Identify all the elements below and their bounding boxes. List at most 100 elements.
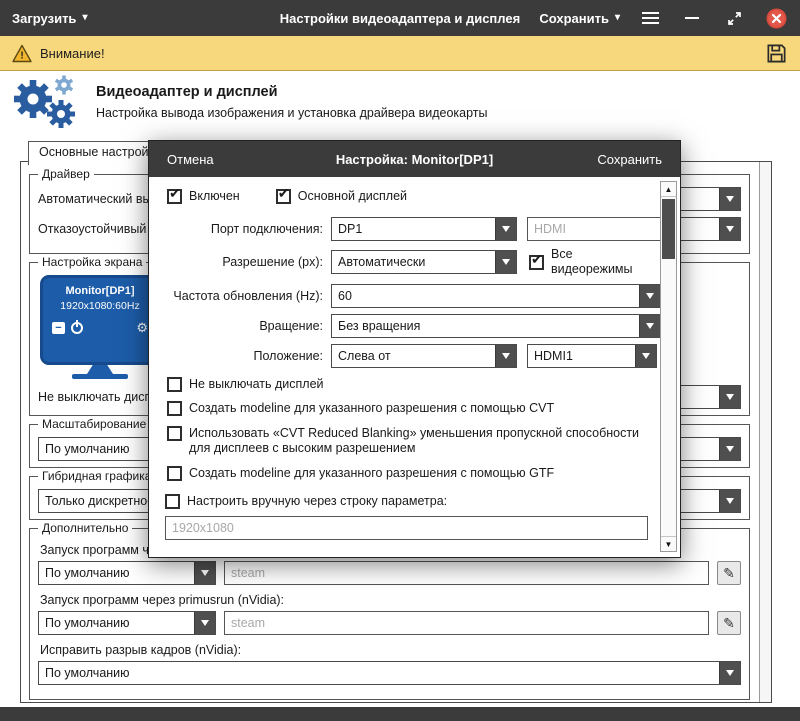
position-select[interactable]: Слева от <box>331 343 517 368</box>
monitor-stand <box>87 365 113 374</box>
chevron-down-icon <box>719 188 740 210</box>
tearfree-select[interactable]: По умолчанию <box>38 661 741 685</box>
primary-display-checkbox[interactable]: ✔ Основной дисплей <box>275 185 407 205</box>
refresh-rate-select[interactable]: 60 <box>331 283 661 308</box>
chevron-down-icon <box>194 562 215 584</box>
cvt-reduced-blanking-checkbox[interactable]: ✔ Использовать «CVT Reduced Blanking» ум… <box>167 425 646 457</box>
monitor-graphic[interactable]: Monitor[DP1] 1920x1080:60Hz − ⚙ <box>40 275 160 365</box>
scroll-thumb[interactable] <box>662 199 675 259</box>
primus-mode-select[interactable]: По умолчанию <box>38 611 216 635</box>
monitor-disable-icon[interactable]: − <box>52 322 65 334</box>
primus-edit-button[interactable]: ✎ <box>717 611 741 635</box>
screen-legend: Настройка экрана <box>38 255 147 270</box>
port-label: Порт подключения: <box>210 221 323 236</box>
load-menu-button[interactable]: Загрузить ▾ <box>12 11 87 26</box>
gtf-checkbox[interactable]: ✔ Создать modeline для указанного разреш… <box>167 465 646 482</box>
chevron-down-icon <box>495 251 516 273</box>
refresh-rate-label: Частота обновления (Hz): <box>173 288 323 303</box>
warning-icon: ! <box>12 44 32 62</box>
cvt-checkbox[interactable]: ✔ Создать modeline для указанного разреш… <box>167 401 646 417</box>
arrow-down-icon: ▼ <box>664 539 673 549</box>
dialog-cancel-button[interactable]: Отмена <box>167 152 214 167</box>
chevron-down-icon <box>719 490 740 512</box>
caret-down-icon: ▾ <box>82 12 88 23</box>
monitor-name: Monitor[DP1] <box>65 285 135 297</box>
chevron-down-icon <box>635 344 656 367</box>
resolution-label: Разрешение (px): <box>222 255 323 269</box>
chevron-down-icon <box>495 217 516 240</box>
checkbox-icon: ✔ <box>275 185 291 204</box>
monitor-mode: 1920x1080:60Hz <box>60 300 140 312</box>
all-modes-checkbox[interactable]: ✔ Все видеорежимы <box>529 247 648 278</box>
svg-text:!: ! <box>20 50 23 61</box>
rotation-select[interactable]: Без вращения <box>331 313 661 338</box>
chevron-down-icon <box>194 612 215 634</box>
warning-text: Внимание! <box>40 45 105 61</box>
resolution-select[interactable]: Автоматически <box>331 250 517 274</box>
main-menu-button[interactable] <box>638 6 662 30</box>
monitor-settings-icon[interactable]: ⚙ <box>136 321 148 334</box>
app-window: Загрузить ▾ Настройки видеоадаптера и ди… <box>0 0 800 721</box>
chevron-down-icon <box>639 284 660 307</box>
port-select[interactable]: DP1 <box>331 216 517 241</box>
optimus-command-input[interactable] <box>224 561 709 585</box>
page-header: Видеоадаптер и дисплей Настройка вывода … <box>0 71 800 133</box>
port-custom-input[interactable] <box>527 216 662 241</box>
enabled-checkbox[interactable]: ✔ Включен <box>167 185 240 205</box>
dpms-label: Не выключать диспле <box>38 390 166 404</box>
statusbar <box>0 707 800 721</box>
hybrid-legend: Гибридная графика <box>38 469 156 484</box>
dpms-checkbox[interactable]: ✔ Не выключать дисплей <box>167 376 646 393</box>
fullscreen-button[interactable] <box>722 6 746 30</box>
scroll-up-button[interactable]: ▲ <box>661 182 676 197</box>
manual-mode-checkbox[interactable]: ✔ Настроить вручную через строку парамет… <box>165 494 648 510</box>
page-title: Видеоадаптер и дисплей <box>96 84 278 100</box>
scroll-down-button[interactable]: ▼ <box>661 536 676 551</box>
chevron-down-icon <box>719 386 740 408</box>
pencil-icon: ✎ <box>723 614 735 631</box>
checkbox-icon: ✔ <box>167 401 182 416</box>
minimize-icon <box>685 16 699 20</box>
dialog-scrollbar[interactable]: ▲ ▼ <box>660 181 677 552</box>
position-target-select[interactable]: HDMI1 <box>527 343 657 368</box>
minimize-button[interactable] <box>680 6 704 30</box>
additional-legend: Дополнительно <box>38 521 133 536</box>
checkbox-icon: ✔ <box>167 425 182 441</box>
chevron-down-icon <box>639 314 660 337</box>
checkbox-icon: ✔ <box>529 251 544 270</box>
chevron-down-icon <box>719 662 740 684</box>
driver-legend: Драйвер <box>38 167 94 182</box>
checkbox-icon: ✔ <box>167 465 182 481</box>
gears-icon <box>14 75 75 128</box>
save-settings-button[interactable] <box>765 42 788 65</box>
rotation-label: Вращение: <box>259 318 323 333</box>
monitor-settings-dialog: Отмена Настройка: Monitor[DP1] Сохранить… <box>148 140 681 558</box>
dialog-header: Отмена Настройка: Monitor[DP1] Сохранить <box>149 141 680 177</box>
warning-bar: ! Внимание! <box>0 36 800 71</box>
dialog-save-button[interactable]: Сохранить <box>597 152 662 167</box>
primus-run-label: Запуск программ через primusrun (nVidia)… <box>40 593 285 607</box>
arrow-up-icon: ▲ <box>664 184 673 194</box>
optimus-edit-button[interactable]: ✎ <box>717 561 741 585</box>
pencil-icon: ✎ <box>723 564 735 581</box>
optimus-mode-select[interactable]: По умолчанию <box>38 561 216 585</box>
monitor-widget[interactable]: Monitor[DP1] 1920x1080:60Hz − ⚙ ★ <box>40 263 169 379</box>
chevron-down-icon <box>719 218 740 240</box>
caret-down-icon: ▾ <box>614 12 620 23</box>
primus-command-input[interactable] <box>224 611 709 635</box>
save-menu-label: Сохранить <box>539 10 609 26</box>
close-button[interactable] <box>764 6 788 30</box>
save-menu-button[interactable]: Сохранить ▾ <box>539 11 620 26</box>
tearfree-label: Исправить разрыв кадров (nVidia): <box>40 643 242 657</box>
dialog-body: ✔ Включен ✔ Основной дисплей Порт подклю… <box>149 177 680 557</box>
manual-mode-input[interactable] <box>165 515 648 540</box>
monitor-power-icon[interactable] <box>71 322 83 334</box>
scaling-legend: Масштабирование в <box>38 417 161 432</box>
floppy-disk-icon <box>767 43 786 63</box>
checkbox-icon: ✔ <box>165 494 180 509</box>
monitor-base <box>72 374 128 379</box>
chevron-down-icon <box>495 344 516 367</box>
page-subtitle: Настройка вывода изображения и установка… <box>96 106 488 120</box>
load-menu-label: Загрузить <box>12 10 77 26</box>
form-scrollbar[interactable] <box>759 162 771 702</box>
